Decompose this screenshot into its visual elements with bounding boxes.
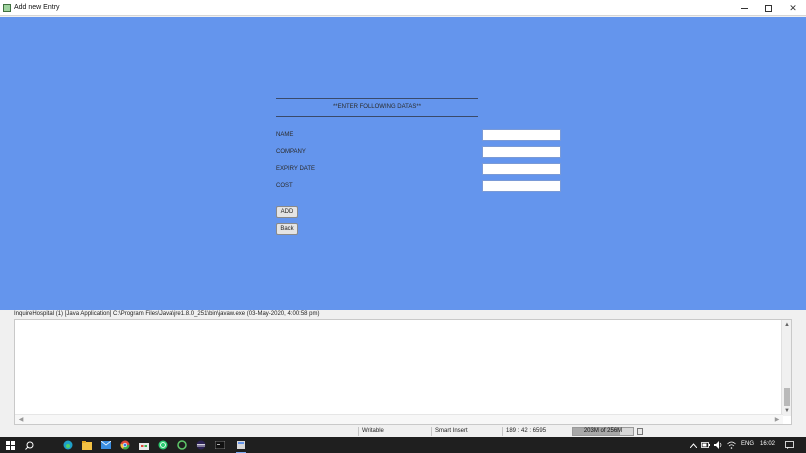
ide-statusbar: Writable Smart Insert 189 : 42 : 6595 20… <box>0 426 806 437</box>
mail-icon[interactable] <box>100 439 112 451</box>
expiry-date-input[interactable] <box>482 163 561 175</box>
java-app-icon[interactable] <box>235 439 247 453</box>
console-vertical-scrollbar[interactable]: ▲ ▼ <box>781 320 791 416</box>
writable-status: Writable <box>358 427 430 436</box>
window-title: Add new Entry <box>14 4 60 11</box>
windows-start-icon[interactable] <box>4 439 16 451</box>
volume-icon[interactable] <box>714 439 723 451</box>
form-heading: **ENTER FOLLOWING DATAS** <box>332 104 422 110</box>
form-panel: **ENTER FOLLOWING DATAS** NAME COMPANY E… <box>0 17 806 310</box>
scroll-thumb[interactable] <box>784 388 790 406</box>
scroll-left-icon[interactable]: ◀ <box>17 416 25 424</box>
file-explorer-icon[interactable] <box>81 439 93 451</box>
close-button[interactable]: ✕ <box>781 0 805 16</box>
maximize-icon <box>764 4 772 12</box>
search-icon[interactable] <box>23 439 35 451</box>
console-output[interactable]: ▲ ▼ ◀ ▶ <box>14 319 792 425</box>
edge-icon[interactable] <box>62 439 74 451</box>
close-icon: ✕ <box>789 2 797 13</box>
minimize-button[interactable] <box>732 0 756 16</box>
clock[interactable]: 16:02 <box>760 441 775 447</box>
wifi-icon[interactable] <box>727 439 736 451</box>
scroll-up-icon[interactable]: ▲ <box>783 321 791 329</box>
back-button[interactable]: Back <box>276 223 298 235</box>
company-input[interactable] <box>482 146 561 158</box>
tray-overflow-icon[interactable] <box>689 439 697 451</box>
heap-status-text: 203M of 256M <box>583 428 623 434</box>
window-titlebar: Add new Entry ✕ <box>0 0 806 16</box>
eclipse-icon[interactable] <box>195 439 207 451</box>
expiry-date-label: EXPIRY DATE <box>276 166 316 172</box>
name-input[interactable] <box>482 129 561 141</box>
minimize-icon <box>740 7 748 9</box>
battery-icon[interactable] <box>701 439 710 451</box>
heap-status[interactable]: 203M of 256M <box>572 427 634 436</box>
circle-app-icon[interactable] <box>176 439 188 451</box>
store-icon[interactable] <box>138 439 150 451</box>
garbage-collect-icon[interactable] <box>637 428 643 435</box>
terminal-icon[interactable] <box>214 439 226 451</box>
add-button[interactable]: ADD <box>276 206 298 218</box>
insert-mode-status: Smart Insert <box>431 427 501 436</box>
company-label: COMPANY <box>276 149 306 155</box>
top-divider <box>276 98 478 99</box>
app-icon <box>3 4 11 12</box>
language-indicator[interactable]: ENG <box>741 441 754 447</box>
chrome-icon[interactable] <box>119 439 131 451</box>
bottom-divider <box>276 116 478 117</box>
windows-taskbar: ENG 16:02 <box>0 437 806 453</box>
console-horizontal-scrollbar[interactable]: ◀ ▶ <box>15 414 783 424</box>
name-label: NAME <box>276 132 294 138</box>
cost-label: COST <box>276 183 293 189</box>
cursor-position-status: 189 : 42 : 6595 <box>502 427 568 436</box>
scroll-down-icon[interactable]: ▼ <box>783 407 791 415</box>
console-header: InquireHospital (1) [Java Application] C… <box>14 311 320 317</box>
cost-input[interactable] <box>482 180 561 192</box>
scroll-right-icon[interactable]: ▶ <box>773 416 781 424</box>
notifications-icon[interactable] <box>784 439 794 451</box>
maximize-button[interactable] <box>756 0 780 16</box>
whatsapp-icon[interactable] <box>157 439 169 451</box>
